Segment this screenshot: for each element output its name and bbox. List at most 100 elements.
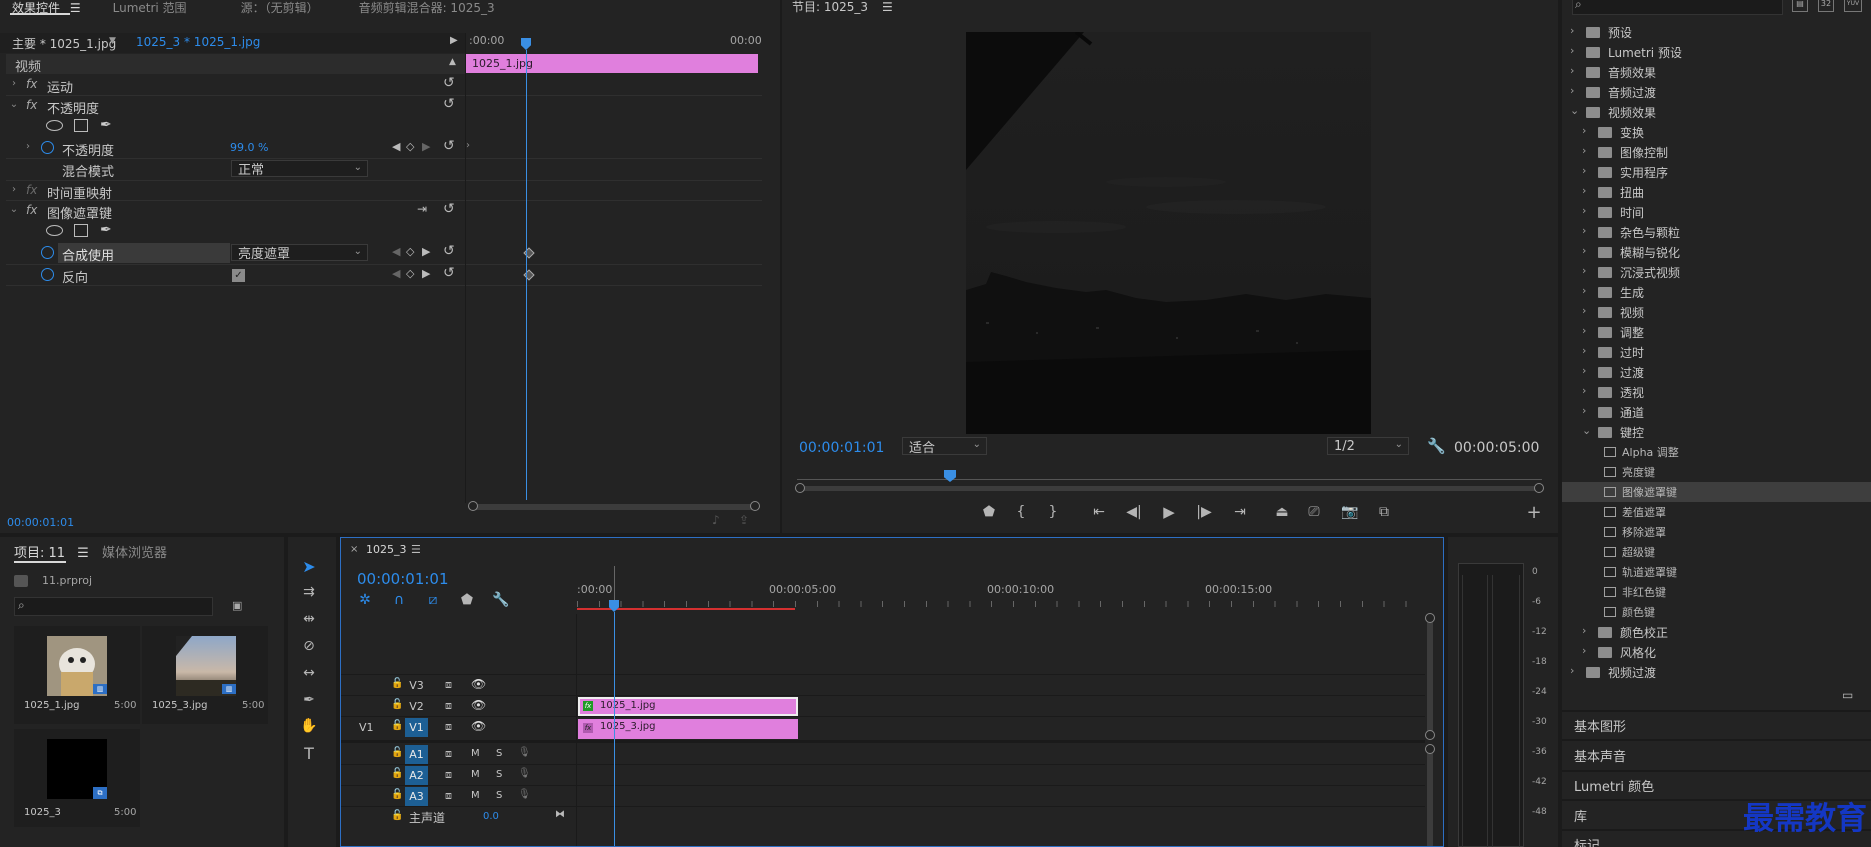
effect-bin[interactable]: › 沉浸式视频 — [1562, 262, 1871, 282]
comparison-view-icon[interactable]: ⧉ — [1374, 503, 1394, 521]
ec-timecode[interactable]: 00:00:01:01 — [7, 516, 74, 529]
work-area-bar[interactable] — [577, 608, 795, 610]
chevron-right-icon[interactable]: › — [1582, 144, 1586, 157]
timeline-timecode[interactable]: 00:00:01:01 — [357, 570, 449, 588]
stopwatch-icon[interactable] — [41, 141, 54, 154]
prev-keyframe-icon[interactable]: ◀ — [392, 245, 400, 258]
tab-project[interactable]: 项目: 11 ☰ — [14, 542, 89, 561]
next-keyframe-icon[interactable]: ▶ — [422, 245, 430, 258]
effect-bin[interactable]: › 视频过渡 — [1562, 662, 1871, 682]
essential-graphics-panel[interactable]: 基本图形 — [1574, 716, 1626, 735]
chevron-right-icon[interactable]: › — [1582, 364, 1586, 377]
chevron-right-icon[interactable]: › — [1582, 164, 1586, 177]
snap-icon[interactable]: ∩ — [391, 592, 407, 608]
effect-bin[interactable]: › 颜色校正 — [1562, 622, 1871, 642]
button-editor-icon[interactable]: + — [1524, 502, 1544, 523]
effect-bin[interactable]: ⌄ 键控 — [1562, 422, 1871, 442]
collapse-icon[interactable]: ▲ — [449, 57, 456, 67]
selection-tool-icon[interactable]: ➤ — [298, 555, 320, 577]
blend-mode-dropdown[interactable]: 正常 ⌄ — [231, 160, 368, 178]
track-toggle-v2[interactable]: V2 — [405, 697, 428, 716]
chevron-right-icon[interactable]: › — [1582, 384, 1586, 397]
play-icon[interactable]: ▶ — [1160, 503, 1178, 521]
effect-item[interactable]: 亮度键 — [1562, 462, 1871, 482]
settings-wrench-icon[interactable]: 🔧 — [1427, 437, 1446, 455]
lift-icon[interactable]: ⏏ — [1272, 503, 1292, 521]
effect-bin[interactable]: › 过渡 — [1562, 362, 1871, 382]
lock-icon[interactable]: 🔓 — [391, 768, 403, 779]
mark-out-icon[interactable]: } — [1044, 503, 1062, 521]
program-ruler[interactable] — [797, 470, 1542, 480]
fx-time-remap-row[interactable]: › fx 时间重映射 — [0, 181, 466, 202]
chevron-right-icon[interactable]: › — [1582, 204, 1586, 217]
32bit-effects-icon[interactable]: 32 — [1818, 0, 1834, 12]
effect-bin[interactable]: › 模糊与锐化 — [1562, 242, 1871, 262]
chevron-right-icon[interactable]: › — [1570, 84, 1574, 97]
effect-bin[interactable]: › 图像控制 — [1562, 142, 1871, 162]
scroll-handle-icon[interactable] — [795, 483, 805, 493]
chevron-right-icon[interactable]: › — [1582, 224, 1586, 237]
program-title[interactable]: 节目: 1025_3 ☰ — [792, 0, 893, 15]
effect-item[interactable]: 差值遮罩 — [1562, 502, 1871, 522]
opacity-value[interactable]: 99.0 % — [230, 141, 268, 154]
add-marker-icon[interactable]: ⬟ — [459, 592, 475, 608]
razor-tool-icon[interactable]: ⊘ — [298, 635, 320, 657]
stopwatch-icon[interactable] — [41, 246, 54, 259]
master-clip-label[interactable]: 主要 * 1025_1.jpg — [12, 35, 116, 52]
step-back-icon[interactable]: ◀| — [1125, 503, 1143, 521]
add-keyframe-icon[interactable]: ◇ — [406, 245, 414, 258]
extract-icon[interactable]: ⎚ — [1304, 503, 1324, 521]
voiceover-mic-icon[interactable]: 🎙 — [518, 747, 531, 758]
solo-button[interactable]: S — [496, 790, 502, 801]
libraries-panel[interactable]: 库 — [1574, 806, 1587, 825]
project-item-card[interactable]: ▥ 1025_3.jpg 5:00 — [142, 626, 268, 724]
sync-lock-icon[interactable]: ⧈ — [445, 789, 452, 803]
lock-icon[interactable]: 🔓 — [391, 720, 403, 731]
fx-opacity-row[interactable]: ⌄ fx 不透明度 ↺ — [0, 96, 466, 117]
add-marker-icon[interactable]: ⬟ — [980, 503, 998, 521]
timeline-close-icon[interactable]: × — [350, 544, 358, 555]
step-forward-icon[interactable]: |▶ — [1195, 503, 1213, 521]
effect-bin[interactable]: › 变换 — [1562, 122, 1871, 142]
sync-lock-icon[interactable]: ⧈ — [445, 699, 452, 713]
fx-icon[interactable]: fx — [26, 77, 37, 91]
reset-icon[interactable]: ↺ — [443, 243, 455, 259]
chevron-right-icon[interactable]: › — [1582, 324, 1586, 337]
effect-bin[interactable]: › 风格化 — [1562, 642, 1871, 662]
tab-audio-clip-mixer[interactable]: 音频剪辑混合器: 1025_3 — [345, 0, 509, 16]
expand-graph-icon[interactable]: › — [466, 140, 470, 151]
lock-icon[interactable]: 🔓 — [391, 810, 403, 821]
tab-media-browser[interactable]: 媒体浏览器 — [102, 542, 167, 561]
lock-icon[interactable]: 🔓 — [391, 747, 403, 758]
expand-chevron-icon[interactable]: › — [22, 141, 34, 152]
pen-mask-icon[interactable]: ✒ — [100, 117, 112, 133]
project-item-card[interactable]: ▥ 1025_1.jpg 5:00 — [14, 626, 140, 724]
scroll-handle-icon[interactable] — [1534, 483, 1544, 493]
add-effect-icon[interactable]: ⇥ — [417, 202, 427, 216]
effect-bin[interactable]: › 扭曲 — [1562, 182, 1871, 202]
chevron-right-icon[interactable]: › — [1582, 344, 1586, 357]
scroll-handle-icon[interactable] — [1425, 613, 1435, 623]
reset-icon[interactable]: ↺ — [443, 201, 455, 217]
nest-toggle-icon[interactable]: ✲ — [357, 592, 373, 608]
chevron-right-icon[interactable]: › — [1582, 644, 1586, 657]
effect-bin[interactable]: › 杂色与颗粒 — [1562, 222, 1871, 242]
mark-in-icon[interactable]: { — [1012, 503, 1030, 521]
fit-dropdown[interactable]: 适合 ⌄ — [902, 437, 987, 456]
prev-keyframe-icon[interactable]: ◀ — [392, 267, 400, 280]
eye-icon[interactable]: 👁 — [471, 677, 486, 691]
yuv-effects-icon[interactable]: YUV — [1844, 0, 1862, 12]
program-playhead[interactable] — [944, 470, 956, 482]
export-frame-icon[interactable]: ⇪ — [739, 513, 749, 527]
find-icon[interactable]: ▣ — [232, 599, 242, 612]
effect-bin[interactable]: › 透视 — [1562, 382, 1871, 402]
resolution-dropdown[interactable]: 1/2 ⌄ — [1327, 437, 1409, 455]
rectangle-mask-icon[interactable] — [74, 224, 88, 237]
linked-selection-icon[interactable]: ⧄ — [425, 592, 441, 608]
chevron-right-icon[interactable]: › — [1570, 24, 1574, 37]
chevron-right-icon[interactable]: › — [1582, 124, 1586, 137]
track-toggle-v1[interactable]: V1 — [405, 718, 428, 737]
video-vertical-scrollbar[interactable] — [1427, 616, 1433, 736]
lock-icon[interactable]: 🔓 — [391, 789, 403, 800]
chevron-right-icon[interactable]: › — [1582, 304, 1586, 317]
